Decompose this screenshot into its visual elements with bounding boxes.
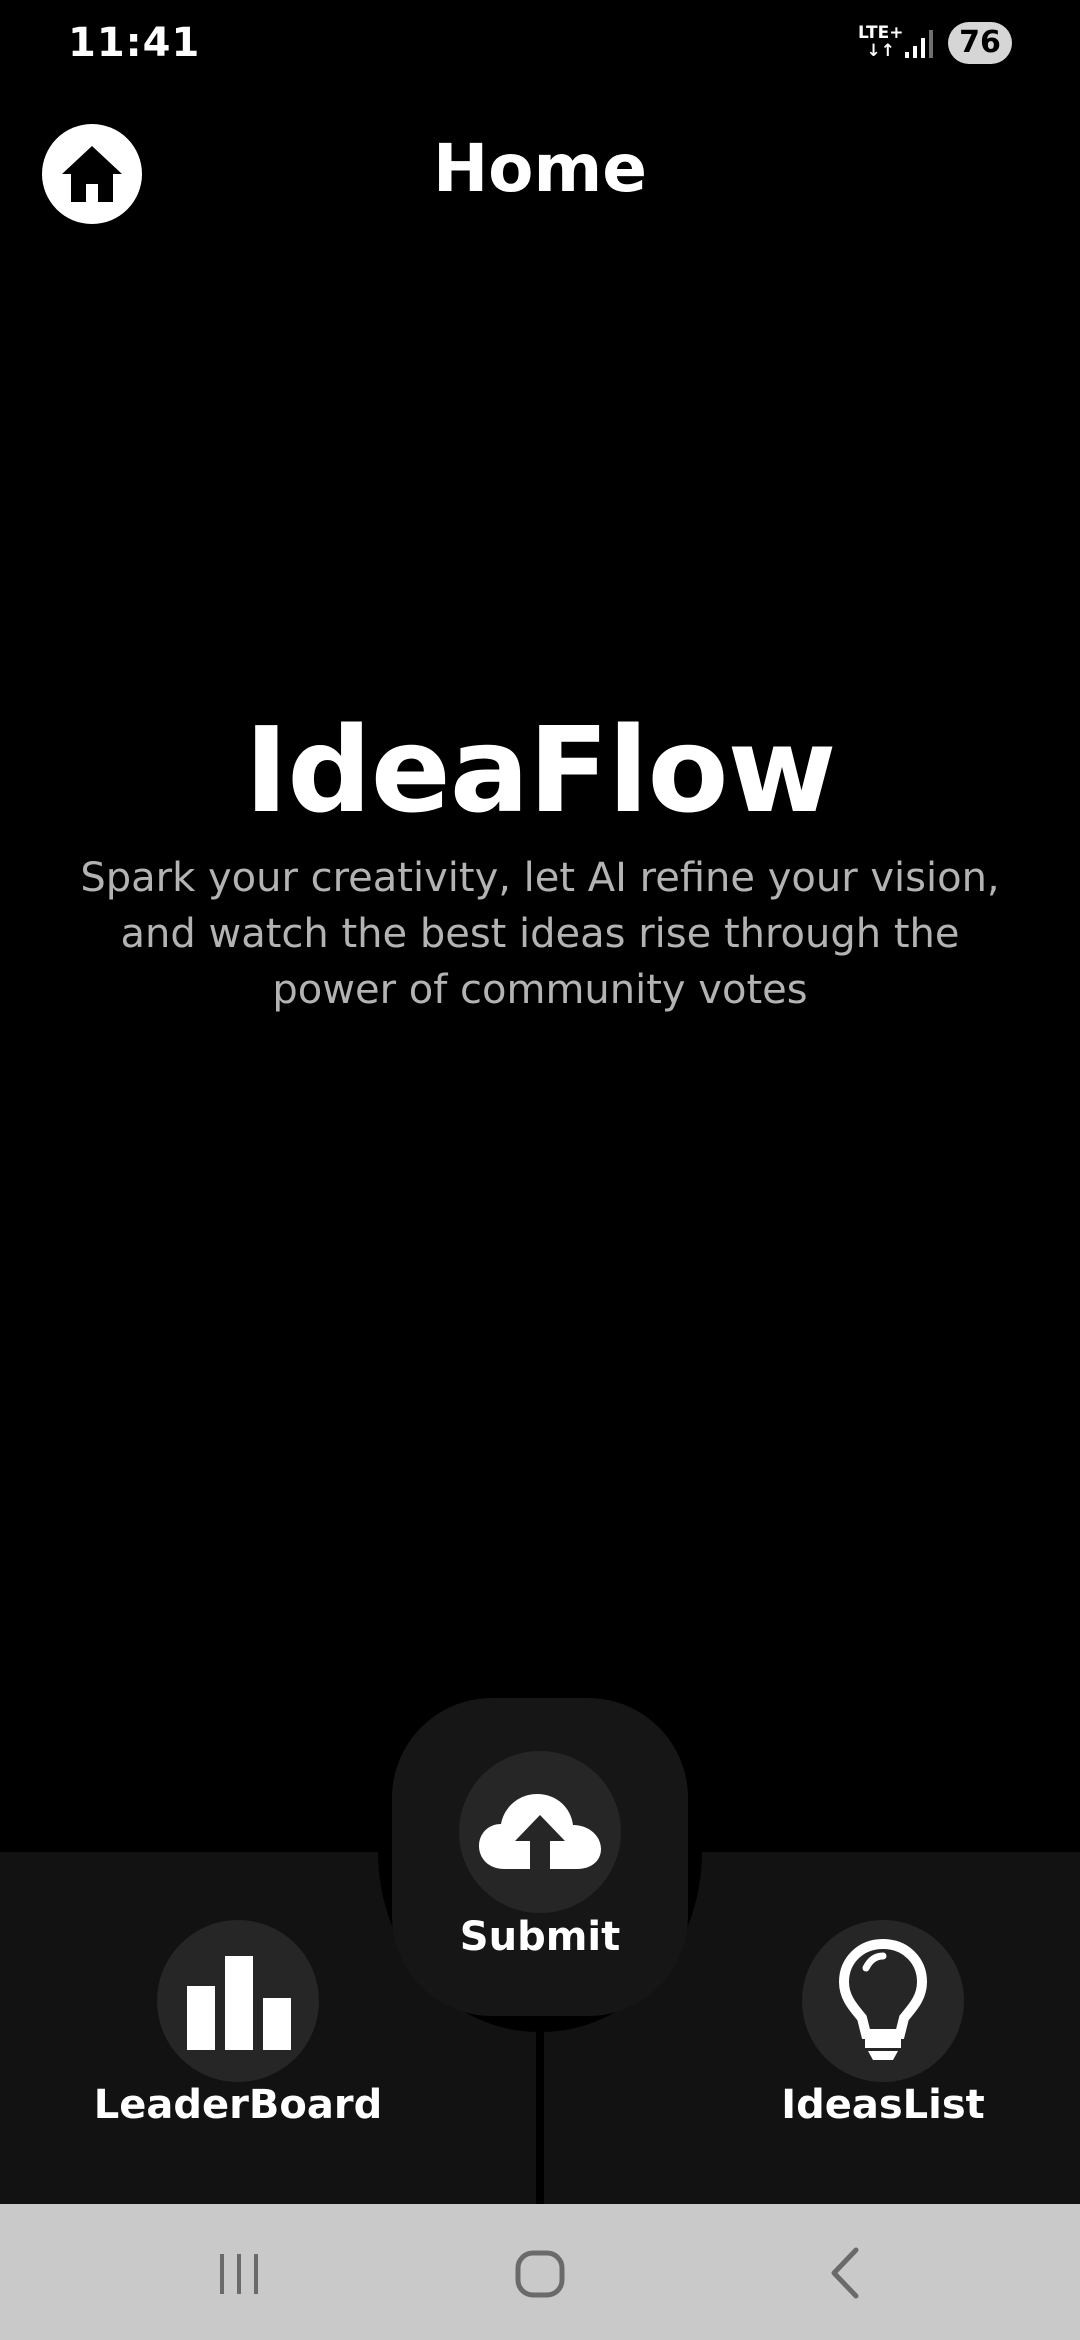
app-name: IdeaFlow	[244, 701, 836, 839]
network-indicator: LTE+ ↓↑	[858, 24, 903, 60]
hero-section: IdeaFlow Spark your creativity, let AI r…	[0, 700, 1080, 1018]
system-nav-bar	[0, 2204, 1080, 2340]
recent-apps-icon[interactable]	[214, 2242, 264, 2302]
submit-button[interactable]	[459, 1751, 621, 1913]
nav-label-leaderboard[interactable]: LeaderBoard	[58, 2082, 418, 2128]
nav-divider	[536, 2030, 544, 2204]
cloud-upload-icon	[479, 1794, 601, 1869]
nav-label-submit[interactable]: Submit	[360, 1914, 720, 1960]
home-circle-icon[interactable]	[514, 2242, 568, 2302]
signal-icon	[905, 30, 933, 58]
network-type: LTE+	[858, 23, 904, 43]
lightbulb-icon	[838, 1938, 928, 2060]
nav-label-ideaslist[interactable]: IdeasList	[703, 2082, 1063, 2128]
data-arrows: ↓↑	[866, 41, 895, 61]
back-icon[interactable]	[822, 2242, 866, 2302]
app-header: Home	[0, 110, 1080, 240]
battery-indicator: 76	[948, 22, 1012, 64]
status-bar: 11:41 LTE+ ↓↑ 76	[0, 0, 1080, 90]
tagline: Spark your creativity, let AI refine you…	[80, 855, 1000, 1013]
page-title: Home	[432, 130, 648, 207]
bar-chart-icon	[187, 1956, 291, 2050]
ideaslist-button[interactable]	[802, 1920, 964, 2082]
leaderboard-button[interactable]	[157, 1920, 319, 2082]
status-time: 11:41	[68, 20, 201, 66]
